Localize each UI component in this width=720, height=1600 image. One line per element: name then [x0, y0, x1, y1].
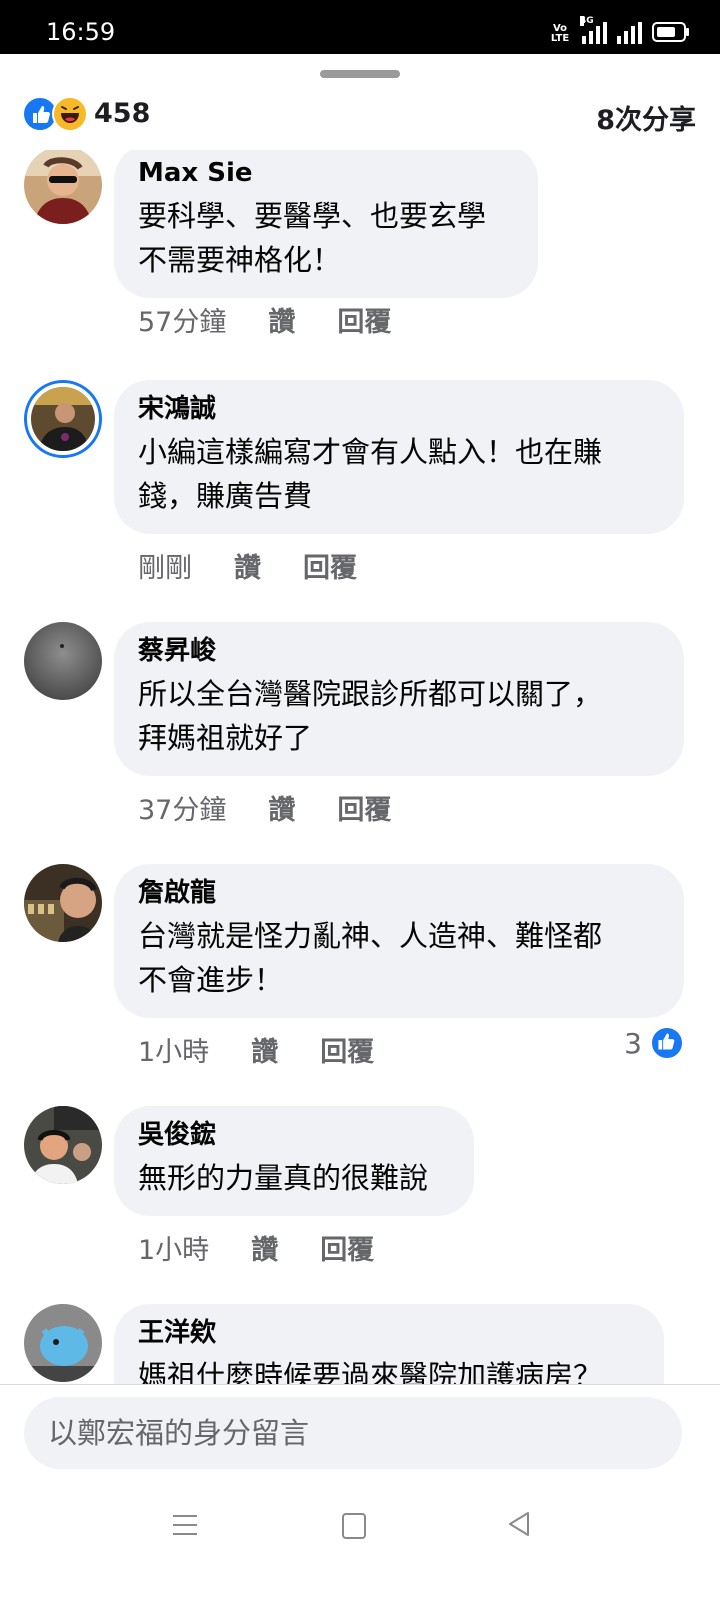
comment-bubble[interactable]: Max Sie 要科學、要醫學、也要玄學 不需要神格化！ — [114, 150, 538, 298]
network-type-label: 4G — [580, 16, 594, 26]
avatar[interactable] — [24, 622, 102, 700]
avatar[interactable] — [24, 864, 102, 942]
comment-bubble[interactable]: 王洋欸 媽祖什麼時候要過來醫院加護病房？ — [114, 1304, 664, 1384]
comment-actions: 57分鐘 讚 回覆 — [138, 300, 391, 339]
comment-time: 1小時 — [138, 1235, 210, 1266]
reactions-summary[interactable]: 458 8次分享 — [20, 94, 696, 137]
share-count[interactable]: 8次分享 — [596, 98, 696, 137]
recent-apps-icon[interactable] — [173, 1515, 197, 1535]
comments-list[interactable]: Max Sie 要科學、要醫學、也要玄學 不需要神格化！ 57分鐘 讚 回覆 宋… — [0, 150, 720, 1384]
comment-author[interactable]: 宋鴻誠 — [138, 392, 660, 426]
comment-text: 小編這樣編寫才會有人點入！也在賺 錢，賺廣告費 — [138, 430, 660, 518]
comment-author[interactable]: Max Sie — [138, 156, 514, 190]
comment-actions: 1小時 讚 回覆 — [138, 1228, 374, 1267]
signal-4g-icon: 4G — [580, 16, 607, 44]
avatar[interactable] — [24, 1106, 102, 1184]
comment-author[interactable]: 吳俊鋐 — [138, 1118, 450, 1152]
comment-author[interactable]: 詹啟龍 — [138, 876, 660, 910]
like-button[interactable]: 讚 — [268, 300, 295, 339]
comment-actions: 37分鐘 讚 回覆 — [138, 788, 391, 827]
signal-icon — [617, 22, 642, 44]
like-button[interactable]: 讚 — [251, 1228, 278, 1267]
comment-input[interactable]: 以鄭宏福的身分留言 — [24, 1397, 682, 1469]
reply-button[interactable]: 回覆 — [320, 1030, 374, 1069]
comment-reaction-number: 3 — [624, 1026, 642, 1060]
comment-line: 無形的力量真的很難說 — [138, 1161, 429, 1195]
comment-actions: 1小時 讚 回覆 — [138, 1030, 374, 1069]
volte-icon: Vo LTE — [550, 23, 570, 44]
comment-text: 所以全台灣醫院跟診所都可以關了， 拜媽祖就好了 — [138, 672, 660, 760]
comment-bubble[interactable]: 詹啟龍 台灣就是怪力亂神、人造神、難怪都 不會進步！ — [114, 864, 684, 1018]
reply-button[interactable]: 回覆 — [303, 546, 357, 585]
reply-button[interactable]: 回覆 — [337, 300, 391, 339]
system-nav-bar — [0, 1490, 720, 1600]
comment-text: 無形的力量真的很難說 — [138, 1156, 450, 1200]
avatar[interactable] — [24, 150, 102, 224]
comment-author[interactable]: 蔡昇峻 — [138, 634, 660, 668]
comment-time: 剛剛 — [138, 553, 192, 584]
like-reaction-icon — [650, 1026, 684, 1060]
comment-actions: 剛剛 讚 回覆 — [138, 546, 357, 585]
status-icons: Vo LTE 4G — [548, 16, 689, 44]
comment-line: 拜媽祖就好了 — [138, 721, 313, 755]
sheet-drag-handle[interactable] — [320, 70, 400, 78]
comment-author[interactable]: 王洋欸 — [138, 1316, 640, 1350]
comment-line: 小編這樣編寫才會有人點入！也在賺 — [138, 435, 603, 469]
comment-line: 台灣就是怪力亂神、人造神、難怪都 — [138, 919, 603, 953]
comment-line: 錢，賺廣告費 — [138, 479, 313, 513]
comment-bubble[interactable]: 蔡昇峻 所以全台灣醫院跟診所都可以關了， 拜媽祖就好了 — [114, 622, 684, 776]
comment-line: 媽祖什麼時候要過來醫院加護病房？ — [138, 1359, 603, 1384]
home-icon[interactable] — [342, 1513, 366, 1539]
comment-reaction-count[interactable]: 3 — [624, 1026, 684, 1060]
comment-bubble[interactable]: 宋鴻誠 小編這樣編寫才會有人點入！也在賺 錢，賺廣告費 — [114, 380, 684, 534]
avatar[interactable] — [24, 1304, 102, 1382]
like-button[interactable]: 讚 — [234, 546, 261, 585]
comment-composer-bar: 以鄭宏福的身分留言 — [0, 1384, 720, 1491]
back-icon[interactable] — [506, 1510, 532, 1538]
like-button[interactable]: 讚 — [268, 788, 295, 827]
comment-line: 不會進步！ — [138, 963, 284, 997]
reply-button[interactable]: 回覆 — [320, 1228, 374, 1267]
comment-time: 1小時 — [138, 1037, 210, 1068]
battery-icon — [652, 22, 689, 42]
comment-text: 要科學、要醫學、也要玄學 不需要神格化！ — [138, 194, 514, 282]
comment-line: 所以全台灣醫院跟診所都可以關了， — [138, 677, 603, 711]
haha-reaction-icon — [52, 96, 88, 132]
comment-line: 不需要神格化！ — [138, 243, 342, 277]
reply-button[interactable]: 回覆 — [337, 788, 391, 827]
comment-time: 37分鐘 — [138, 795, 227, 826]
reaction-count: 458 — [94, 98, 151, 129]
comment-text: 台灣就是怪力亂神、人造神、難怪都 不會進步！ — [138, 914, 660, 1002]
avatar[interactable] — [24, 380, 102, 458]
like-button[interactable]: 讚 — [251, 1030, 278, 1069]
comment-line: 要科學、要醫學、也要玄學 — [138, 199, 487, 233]
status-bar: 16:59 Vo LTE 4G — [0, 0, 720, 54]
comment-time: 57分鐘 — [138, 307, 227, 338]
comment-text: 媽祖什麼時候要過來醫院加護病房？ — [138, 1354, 640, 1384]
comment-bubble[interactable]: 吳俊鋐 無形的力量真的很難說 — [114, 1106, 474, 1216]
status-time: 16:59 — [46, 18, 116, 46]
